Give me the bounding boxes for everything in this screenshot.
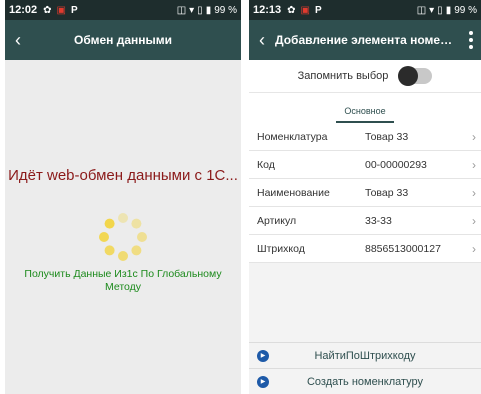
gear-icon: ✿ bbox=[43, 4, 52, 16]
button-label: Создать номенклатуру bbox=[306, 375, 424, 388]
signal-icon: ▯ bbox=[437, 4, 443, 16]
row-label: Штрихкод bbox=[257, 242, 305, 255]
p-app-icon: P bbox=[314, 4, 322, 16]
attribute-row-name[interactable]: Наименование Товар 33 › bbox=[249, 179, 481, 207]
row-value: Товар 33 bbox=[365, 130, 409, 143]
attribute-row-barcode[interactable]: Штрихкод 8856513000127 › bbox=[249, 235, 481, 263]
battery-icon: ▮ bbox=[205, 4, 212, 16]
exchange-screen: 12:02 ✿ ▣ P ◫ ▾ ▯ ▮ 99 % ‹ Обмен данными… bbox=[5, 0, 241, 394]
mail-icon: ▣ bbox=[300, 4, 310, 16]
toggle-knob bbox=[398, 66, 419, 86]
tab-bar: Основное bbox=[249, 92, 481, 123]
more-options-icon[interactable] bbox=[461, 31, 481, 49]
app-bar: ‹ Обмен данными bbox=[5, 20, 241, 60]
p-app-icon: P bbox=[70, 4, 78, 16]
sync-method-text: Получить Данные Из1с По Глобальному Мето… bbox=[24, 268, 222, 293]
row-label: Артикул bbox=[257, 214, 297, 227]
battery-level: 99 % bbox=[214, 4, 237, 16]
battery-icon: ▮ bbox=[445, 4, 452, 16]
row-label: Номенклатура bbox=[257, 130, 328, 143]
loading-message: Идёт web-обмен данными с 1С... bbox=[8, 167, 238, 184]
wifi-icon: ▾ bbox=[189, 4, 195, 16]
gear-icon: ✿ bbox=[287, 4, 296, 16]
attribute-row-code[interactable]: Код 00-00000293 › bbox=[249, 151, 481, 179]
row-label: Наименование bbox=[257, 186, 330, 199]
battery-level: 99 % bbox=[454, 4, 477, 16]
chevron-right-icon: › bbox=[472, 129, 476, 144]
attribute-row-article[interactable]: Артикул 33-33 › bbox=[249, 207, 481, 235]
status-time: 12:02 bbox=[9, 4, 38, 16]
app-bar: ‹ Добавление элемента номенк... bbox=[249, 20, 481, 60]
vibrate-icon: ◫ bbox=[416, 4, 427, 16]
status-indicators: ◫ ▾ ▯ ▮ 99 % bbox=[177, 5, 237, 16]
status-bar: 12:02 ✿ ▣ P ◫ ▾ ▯ ▮ 99 % bbox=[5, 0, 241, 20]
signal-icon: ▯ bbox=[197, 4, 203, 16]
chevron-right-icon: › bbox=[472, 241, 476, 256]
wifi-icon: ▾ bbox=[429, 4, 435, 16]
chevron-right-icon: › bbox=[472, 213, 476, 228]
row-value: 8856513000127 bbox=[365, 242, 441, 255]
loading-spinner-icon bbox=[99, 213, 147, 261]
page-title: Добавление элемента номенк... bbox=[275, 33, 461, 47]
row-label: Код bbox=[257, 158, 275, 171]
add-item-screen: 12:13 ✿ ▣ P ◫ ▾ ▯ ▮ 99 % ‹ Добавление эл… bbox=[249, 0, 481, 394]
status-indicators: ◫ ▾ ▯ ▮ 99 % bbox=[417, 5, 477, 16]
create-nomenclature-button[interactable]: ▶ Создать номенклатуру bbox=[249, 368, 481, 394]
action-buttons: ▶ НайтиПоШтрихкоду ▶ Создать номенклатур… bbox=[249, 342, 481, 394]
back-button[interactable]: ‹ bbox=[249, 30, 275, 51]
chevron-right-icon: › bbox=[472, 157, 476, 172]
status-time: 12:13 bbox=[253, 4, 282, 16]
attribute-row-nomenclature[interactable]: Номенклатура Товар 33 › bbox=[249, 123, 481, 151]
tab-main[interactable]: Основное bbox=[336, 106, 394, 123]
row-value: 33-33 bbox=[365, 214, 392, 227]
button-label: НайтиПоШтрихкоду bbox=[314, 349, 416, 362]
row-value: Товар 33 bbox=[365, 186, 409, 199]
remember-choice-toggle[interactable] bbox=[398, 66, 433, 86]
page-title: Обмен данными bbox=[73, 33, 172, 47]
play-icon: ▶ bbox=[257, 349, 269, 362]
mail-icon: ▣ bbox=[56, 4, 66, 16]
chevron-right-icon: › bbox=[472, 185, 476, 200]
status-bar: 12:13 ✿ ▣ P ◫ ▾ ▯ ▮ 99 % bbox=[249, 0, 481, 20]
remember-choice-label: Запомнить выбор bbox=[297, 70, 389, 82]
attributes-list: Номенклатура Товар 33 › Код 00-00000293 … bbox=[249, 123, 481, 263]
vibrate-icon: ◫ bbox=[176, 4, 187, 16]
back-button[interactable]: ‹ bbox=[5, 30, 31, 51]
row-value: 00-00000293 bbox=[365, 158, 427, 171]
play-icon: ▶ bbox=[257, 375, 269, 388]
find-by-barcode-button[interactable]: ▶ НайтиПоШтрихкоду bbox=[249, 342, 481, 368]
remember-choice-row: Запомнить выбор bbox=[249, 60, 481, 92]
